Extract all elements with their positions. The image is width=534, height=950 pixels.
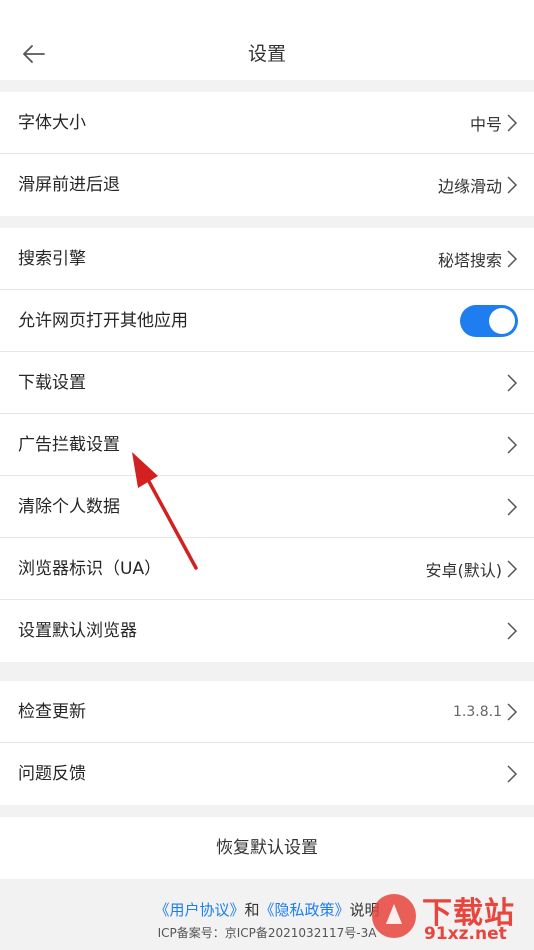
watermark-mark-icon <box>372 894 416 938</box>
row-font-size[interactable]: 字体大小 中号 <box>0 92 534 154</box>
settings-group-browser: 搜索引擎 秘塔搜索 允许网页打开其他应用 下载设置 广告拦截设置 清除个人数据 … <box>0 228 534 662</box>
row-label: 浏览器标识（UA） <box>18 559 162 579</box>
row-label: 检查更新 <box>18 702 86 722</box>
row-feedback[interactable]: 问题反馈 <box>0 743 534 805</box>
row-ad-block-settings[interactable]: 广告拦截设置 <box>0 414 534 476</box>
row-label: 允许网页打开其他应用 <box>18 311 188 331</box>
chevron-right-icon <box>507 436 518 454</box>
chevron-right-icon <box>507 114 518 132</box>
watermark-logo: 下载站 91xz.net <box>364 886 534 950</box>
row-label: 清除个人数据 <box>18 497 120 517</box>
chevron-right-icon <box>507 374 518 392</box>
header-bar: 设置 <box>0 0 534 80</box>
page-title: 设置 <box>247 43 286 65</box>
chevron-right-icon <box>507 703 518 721</box>
chevron-right-icon <box>507 176 518 194</box>
row-user-agent[interactable]: 浏览器标识（UA） 安卓(默认) <box>0 538 534 600</box>
row-download-settings[interactable]: 下载设置 <box>0 352 534 414</box>
row-label: 设置默认浏览器 <box>18 621 137 641</box>
chevron-right-icon <box>507 765 518 783</box>
chevron-right-icon <box>507 498 518 516</box>
settings-group-about: 检查更新 1.3.8.1 问题反馈 <box>0 681 534 805</box>
row-value: 安卓(默认) <box>425 561 503 580</box>
row-swipe-navigation[interactable]: 滑屏前进后退 边缘滑动 <box>0 154 534 216</box>
watermark-domain: 91xz.net <box>424 924 507 944</box>
chevron-right-icon <box>507 560 518 578</box>
row-value: 秘塔搜索 <box>437 251 502 270</box>
toggle-knob <box>489 308 515 334</box>
row-label: 广告拦截设置 <box>18 435 120 455</box>
row-label: 滑屏前进后退 <box>18 175 120 195</box>
chevron-right-icon <box>507 622 518 640</box>
chevron-right-icon <box>507 250 518 268</box>
row-value: 边缘滑动 <box>437 177 502 196</box>
reset-defaults-button[interactable]: 恢复默认设置 <box>0 817 534 879</box>
row-check-update[interactable]: 检查更新 1.3.8.1 <box>0 681 534 743</box>
row-label: 下载设置 <box>18 373 86 393</box>
row-set-default-browser[interactable]: 设置默认浏览器 <box>0 600 534 662</box>
row-label: 搜索引擎 <box>18 249 86 269</box>
settings-group-display: 字体大小 中号 滑屏前进后退 边缘滑动 <box>0 92 534 216</box>
version-value: 1.3.8.1 <box>453 704 502 720</box>
row-clear-personal-data[interactable]: 清除个人数据 <box>0 476 534 538</box>
footer-and-text: 和 <box>244 901 260 919</box>
allow-open-apps-toggle[interactable] <box>460 305 518 337</box>
row-label: 字体大小 <box>18 113 86 133</box>
row-search-engine[interactable]: 搜索引擎 秘塔搜索 <box>0 228 534 290</box>
row-value: 中号 <box>469 115 502 134</box>
privacy-policy-link[interactable]: 《隐私政策》 <box>260 901 350 919</box>
row-allow-open-apps: 允许网页打开其他应用 <box>0 290 534 352</box>
row-label: 问题反馈 <box>18 764 86 784</box>
user-agreement-link[interactable]: 《用户协议》 <box>154 901 244 919</box>
